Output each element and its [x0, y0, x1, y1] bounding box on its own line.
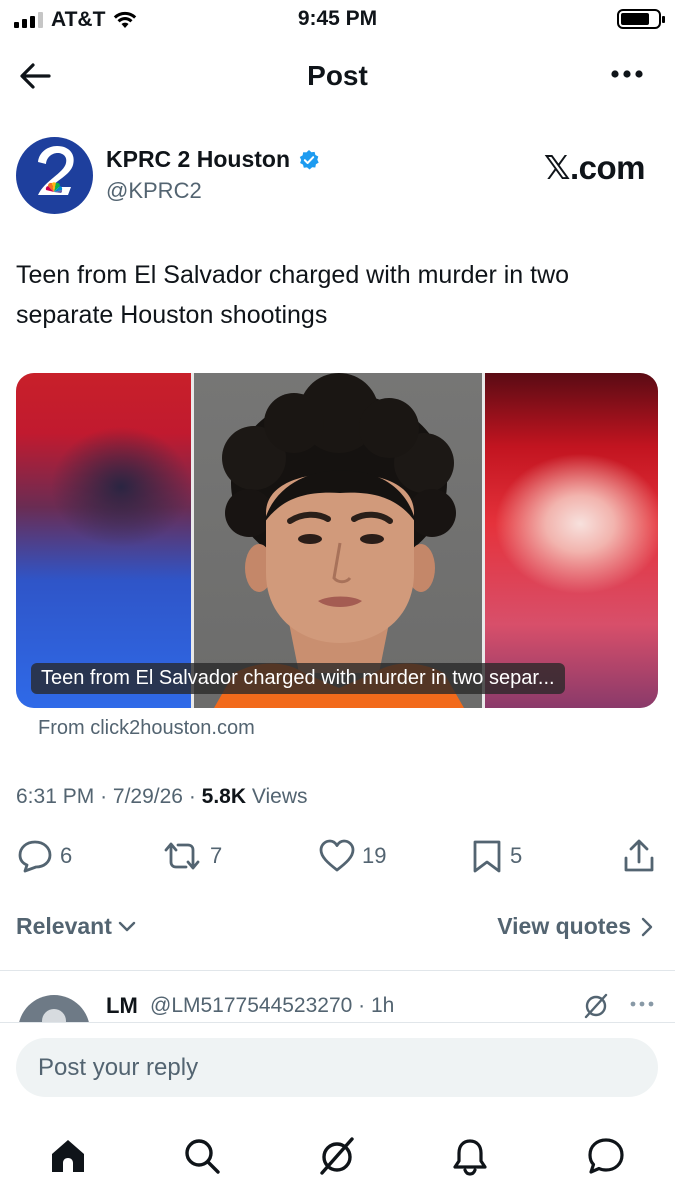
- chevron-down-icon: [118, 921, 136, 931]
- grok-icon: [320, 1137, 354, 1175]
- status-bar: AT&T 9:45 PM: [0, 0, 675, 38]
- link-card[interactable]: Teen from El Salvador charged with murde…: [16, 373, 658, 708]
- reply-input[interactable]: [16, 1038, 658, 1097]
- bookmark-icon: [473, 840, 501, 873]
- more-options-button[interactable]: [609, 62, 645, 86]
- reply-item[interactable]: LM @LM5177544523270 · 1h: [0, 971, 675, 1023]
- reply-button[interactable]: 6: [16, 838, 72, 874]
- tab-messages[interactable]: [584, 1134, 628, 1178]
- card-source[interactable]: From click2houston.com: [38, 717, 255, 740]
- mugshot-illustration: [214, 373, 464, 708]
- tab-search[interactable]: [180, 1134, 224, 1178]
- reply-time: 1h: [371, 994, 395, 1017]
- author-handle[interactable]: @KPRC2: [106, 178, 202, 204]
- bookmark-count: 5: [510, 843, 523, 868]
- more-horizontal-icon: [611, 70, 643, 78]
- heart-icon: [319, 839, 355, 872]
- post-time: 6:31 PM: [16, 785, 95, 808]
- reply-sort-dropdown[interactable]: Relevant: [16, 913, 136, 940]
- reply-author-handle: @LM5177544523270: [150, 994, 353, 1017]
- bookmark-button[interactable]: 5: [470, 838, 522, 874]
- reply-author-name: LM: [106, 993, 138, 1018]
- repost-button[interactable]: 7: [160, 838, 222, 874]
- tab-bar: [0, 1128, 675, 1188]
- reply-more-icon[interactable]: [629, 994, 655, 1014]
- author-name: KPRC 2 Houston: [106, 146, 290, 172]
- reply-icon: [18, 840, 52, 873]
- status-time: 9:45 PM: [297, 7, 378, 30]
- author-avatar[interactable]: [16, 137, 93, 214]
- header: Post: [0, 48, 675, 104]
- blurred-lights-image-left: [16, 373, 191, 708]
- card-caption: Teen from El Salvador charged with murde…: [31, 663, 565, 694]
- reply-sort-label: Relevant: [16, 913, 112, 939]
- search-icon: [185, 1139, 220, 1174]
- post-meta: 6:31 PM · 7/29/26 · 5.8K Views: [16, 785, 308, 808]
- grok-icon[interactable]: [583, 993, 609, 1019]
- views-label: Views: [251, 785, 308, 808]
- chevron-right-icon: [641, 917, 653, 936]
- post-text: Teen from El Salvador charged with murde…: [16, 261, 570, 329]
- tab-home[interactable]: [46, 1134, 90, 1178]
- post-date: 7/29/26: [112, 785, 183, 808]
- share-button[interactable]: [622, 838, 656, 874]
- home-icon: [52, 1140, 84, 1172]
- reply-count: 6: [60, 843, 73, 868]
- messages-icon: [588, 1138, 624, 1174]
- verified-badge-icon: [299, 149, 319, 169]
- notifications-icon: [453, 1139, 487, 1176]
- kprc-logo-icon: [38, 146, 74, 195]
- battery-icon: [617, 9, 665, 29]
- page-title: Post: [307, 60, 368, 91]
- view-quotes-label: View quotes: [497, 913, 631, 939]
- author-name-row[interactable]: KPRC 2 Houston: [106, 146, 320, 173]
- views-count: 5.8K: [201, 785, 246, 808]
- like-button[interactable]: 19: [318, 838, 386, 874]
- blurred-lights-image-right: [485, 373, 658, 708]
- share-icon: [624, 839, 654, 872]
- source-brand: 𝕏.com: [543, 149, 646, 186]
- repost-count: 7: [210, 843, 223, 868]
- repost-icon: [164, 842, 200, 870]
- tab-notifications[interactable]: [448, 1134, 492, 1178]
- view-quotes-link[interactable]: View quotes: [497, 913, 653, 940]
- tab-grok[interactable]: [315, 1134, 359, 1178]
- reply-avatar[interactable]: [18, 995, 90, 1023]
- reply-handle-line: @LM5177544523270 · 1h: [150, 994, 395, 1017]
- like-count: 19: [362, 843, 387, 868]
- post-actions: 6 7 19 5: [0, 838, 675, 878]
- mugshot-photo: [194, 373, 482, 708]
